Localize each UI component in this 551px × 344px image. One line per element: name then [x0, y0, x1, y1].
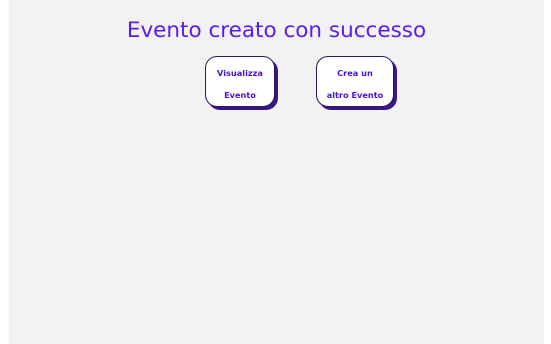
page-title: Evento creato con successo: [126, 18, 427, 43]
view-event-button-label-line2: Evento: [224, 90, 256, 100]
action-buttons: Visualizza Evento Crea un altro Evento: [196, 56, 396, 112]
create-event-button-label-line2: altro Evento: [326, 90, 384, 100]
create-event-button-label-line1: Crea un: [337, 68, 373, 78]
content-panel: Evento creato con successo Visualizza Ev…: [9, 0, 544, 344]
create-another-event-button[interactable]: Crea un altro Evento: [316, 56, 394, 107]
view-event-button-label-line1: Visualizza: [217, 68, 263, 78]
view-event-button[interactable]: Visualizza Evento: [205, 56, 275, 107]
